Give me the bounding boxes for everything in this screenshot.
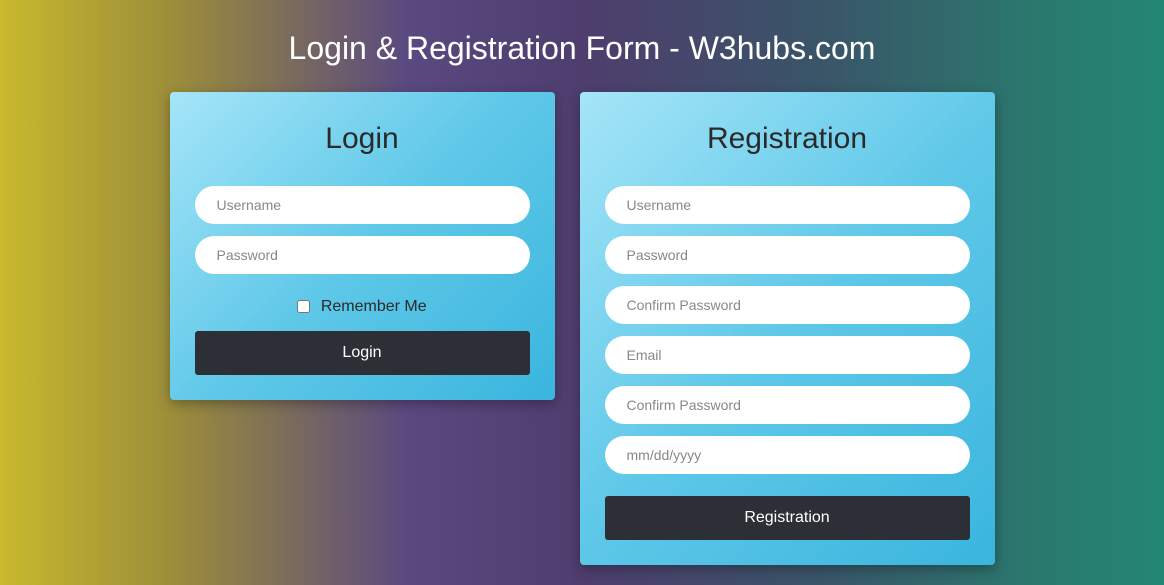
forms-container: Login Remember Me Login Registration Reg… <box>20 92 1144 565</box>
page-title: Login & Registration Form - W3hubs.com <box>20 30 1144 67</box>
registration-button[interactable]: Registration <box>605 496 970 540</box>
reg-password-input[interactable] <box>605 236 970 274</box>
login-title: Login <box>195 122 530 156</box>
reg-confirm-password-input[interactable] <box>605 286 970 324</box>
remember-row: Remember Me <box>195 298 530 316</box>
registration-card: Registration Registration <box>580 92 995 565</box>
login-card: Login Remember Me Login <box>170 92 555 400</box>
reg-username-input[interactable] <box>605 186 970 224</box>
reg-email-input[interactable] <box>605 336 970 374</box>
reg-date-input[interactable] <box>605 436 970 474</box>
registration-title: Registration <box>605 122 970 156</box>
login-button[interactable]: Login <box>195 331 530 375</box>
reg-confirm-password2-input[interactable] <box>605 386 970 424</box>
remember-checkbox[interactable] <box>297 300 310 313</box>
login-password-input[interactable] <box>195 236 530 274</box>
remember-label: Remember Me <box>321 298 427 315</box>
login-username-input[interactable] <box>195 186 530 224</box>
